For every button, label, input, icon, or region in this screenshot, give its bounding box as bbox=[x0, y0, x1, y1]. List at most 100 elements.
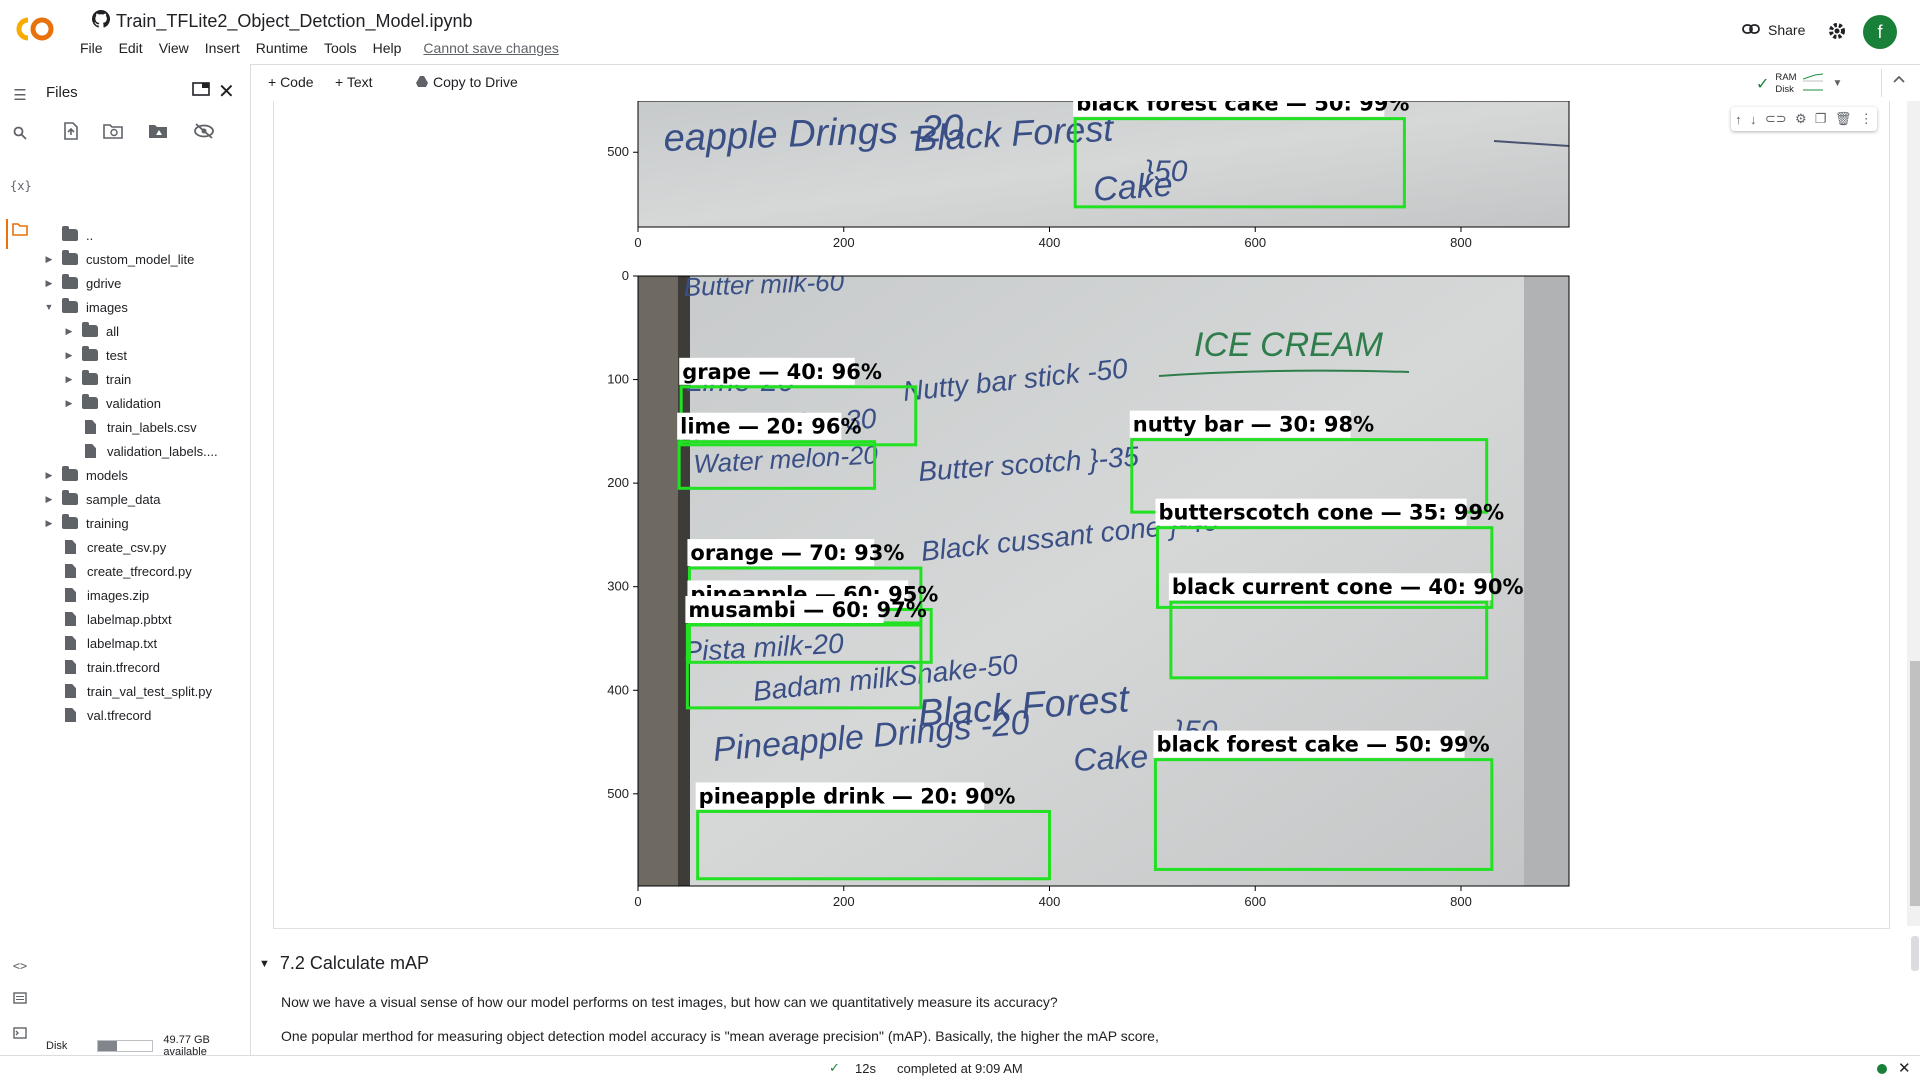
file-tree-folder[interactable]: ▶ sample_data bbox=[44, 488, 160, 510]
files-panel: Files ✕ .. ▶ custom_model_lite ▶ gdrive ▼ imag… bbox=[40, 64, 251, 1060]
command-palette-icon[interactable] bbox=[10, 990, 30, 1010]
file-tree-folder[interactable]: ▶ validation bbox=[64, 392, 161, 414]
detection-label: grape — 40: 96% bbox=[682, 360, 882, 384]
collapse-header-icon[interactable] bbox=[1892, 71, 1906, 87]
file-tree-file[interactable]: images.zip bbox=[44, 584, 149, 606]
variables-icon[interactable]: {x} bbox=[10, 176, 32, 196]
caret-right-icon[interactable]: ▶ bbox=[64, 350, 74, 361]
file-tree-file[interactable]: labelmap.pbtxt bbox=[44, 608, 172, 630]
resources-dropdown-icon[interactable]: ▼ bbox=[1833, 78, 1843, 89]
close-status-icon[interactable]: ✕ bbox=[1898, 1059, 1911, 1077]
user-avatar[interactable]: f bbox=[1863, 15, 1897, 49]
x-tick-label: 400 bbox=[1039, 235, 1061, 250]
caret-right-icon[interactable]: ▶ bbox=[64, 374, 74, 385]
notebook-title-text[interactable]: Train_TFLite2_Object_Detction_Model.ipyn… bbox=[116, 11, 473, 32]
copy-to-drive-button[interactable]: Copy to Drive bbox=[416, 74, 518, 90]
menu-help[interactable]: Help bbox=[365, 40, 410, 56]
file-tree-file[interactable]: create_tfrecord.py bbox=[44, 560, 192, 582]
section-heading[interactable]: ▼ 7.2 Calculate mAP bbox=[259, 953, 429, 974]
open-in-tab-icon[interactable] bbox=[192, 81, 210, 102]
files-folder-icon[interactable] bbox=[10, 222, 30, 242]
menu-edit[interactable]: Edit bbox=[111, 40, 151, 56]
y-tick-label: 300 bbox=[607, 579, 629, 594]
settings-gear-icon[interactable] bbox=[1826, 20, 1848, 47]
close-icon[interactable]: ✕ bbox=[218, 79, 235, 104]
drive-icon bbox=[416, 74, 428, 90]
code-snippets-icon[interactable]: <> bbox=[10, 956, 30, 976]
table-of-contents-icon[interactable]: ☰ bbox=[10, 86, 30, 106]
share-label: Share bbox=[1768, 22, 1806, 38]
file-tree-folder[interactable]: ▶ models bbox=[44, 464, 128, 486]
caret-right-icon[interactable]: ▶ bbox=[64, 398, 74, 409]
menu-view[interactable]: View bbox=[151, 40, 197, 56]
resources-indicator[interactable]: ✓ RAM Disk ▼ bbox=[1756, 71, 1842, 96]
add-text-cell-button[interactable]: + Text bbox=[335, 74, 373, 90]
menu-bar: File Edit View Insert Runtime Tools Help… bbox=[72, 40, 567, 56]
y-tick-label: 200 bbox=[607, 475, 629, 490]
caret-right-icon[interactable]: ▶ bbox=[44, 470, 54, 481]
refresh-folder-icon[interactable] bbox=[103, 122, 123, 145]
file-tree-file[interactable]: train_labels.csv bbox=[64, 416, 197, 438]
notebook-scrollbar-thumb[interactable] bbox=[1911, 936, 1919, 971]
file-icon bbox=[65, 612, 76, 626]
file-tree-label: test bbox=[106, 347, 127, 363]
caret-right-icon[interactable]: ▶ bbox=[44, 278, 54, 289]
menu-runtime[interactable]: Runtime bbox=[248, 40, 316, 56]
toggle-hidden-files-icon[interactable] bbox=[193, 122, 215, 145]
caret-down-icon[interactable]: ▼ bbox=[44, 302, 54, 312]
terminal-icon[interactable] bbox=[10, 1025, 30, 1045]
folder-icon bbox=[82, 346, 98, 361]
x-tick-label: 200 bbox=[833, 235, 855, 250]
file-tree-file[interactable]: train.tfrecord bbox=[44, 656, 160, 678]
folder-icon bbox=[62, 274, 78, 289]
file-icon bbox=[65, 564, 76, 578]
notebook-title[interactable]: Train_TFLite2_Object_Detction_Model.ipyn… bbox=[91, 9, 473, 33]
file-tree-label: create_tfrecord.py bbox=[87, 563, 192, 579]
share-button[interactable]: Share bbox=[1742, 22, 1805, 38]
file-tree-label: validation bbox=[106, 395, 161, 411]
file-tree-folder[interactable]: ▶ train bbox=[64, 368, 131, 390]
menu-tools[interactable]: Tools bbox=[316, 40, 365, 56]
file-tree-folder[interactable]: ▼ images bbox=[44, 296, 128, 318]
menu-file[interactable]: File bbox=[72, 40, 111, 56]
file-tree-folder[interactable]: .. bbox=[44, 224, 93, 246]
y-tick-label: 400 bbox=[607, 682, 629, 697]
file-icon bbox=[65, 708, 76, 722]
section-title: 7.2 Calculate mAP bbox=[279, 953, 429, 973]
file-icon bbox=[65, 636, 76, 650]
caret-right-icon[interactable]: ▶ bbox=[44, 518, 54, 529]
file-tree-file[interactable]: val.tfrecord bbox=[44, 704, 151, 726]
file-tree-label: val.tfrecord bbox=[87, 707, 152, 723]
file-icon bbox=[85, 420, 96, 434]
caret-right-icon[interactable]: ▶ bbox=[44, 254, 54, 265]
status-bar: ✓ 12s completed at 9:09 AM ✕ bbox=[0, 1055, 1920, 1081]
file-tree-file[interactable]: train_val_test_split.py bbox=[44, 680, 212, 702]
upload-file-icon[interactable] bbox=[62, 122, 80, 145]
file-tree-label: train_labels.csv bbox=[107, 419, 197, 435]
file-tree-folder[interactable]: ▶ all bbox=[64, 320, 119, 342]
y-tick-label: 500 bbox=[607, 144, 629, 159]
colab-logo[interactable] bbox=[14, 16, 56, 47]
file-icon bbox=[65, 588, 76, 602]
parent-folder-icon bbox=[62, 226, 78, 241]
menu-insert[interactable]: Insert bbox=[197, 40, 248, 56]
save-warning-link[interactable]: Cannot save changes bbox=[415, 40, 566, 56]
add-code-cell-button[interactable]: + Code bbox=[268, 74, 314, 90]
output-scrollbar-thumb[interactable] bbox=[1910, 661, 1920, 906]
folder-icon bbox=[82, 322, 98, 337]
file-tree-folder[interactable]: ▶ gdrive bbox=[44, 272, 121, 294]
search-icon[interactable] bbox=[10, 126, 30, 146]
file-tree-folder[interactable]: ▶ custom_model_lite bbox=[44, 248, 194, 270]
folder-icon bbox=[62, 514, 78, 529]
caret-right-icon[interactable]: ▶ bbox=[64, 326, 74, 337]
caret-right-icon[interactable]: ▶ bbox=[44, 494, 54, 505]
toolbar-divider bbox=[1881, 69, 1882, 97]
file-tree-label: custom_model_lite bbox=[86, 251, 195, 267]
file-tree-file[interactable]: create_csv.py bbox=[44, 536, 166, 558]
file-tree-folder[interactable]: ▶ test bbox=[64, 344, 127, 366]
file-tree-folder[interactable]: ▶ training bbox=[44, 512, 129, 534]
file-tree-file[interactable]: validation_labels.... bbox=[64, 440, 218, 462]
file-tree-file[interactable]: labelmap.txt bbox=[44, 632, 157, 654]
mount-drive-icon[interactable] bbox=[148, 122, 168, 145]
collapse-section-icon[interactable]: ▼ bbox=[259, 958, 270, 970]
